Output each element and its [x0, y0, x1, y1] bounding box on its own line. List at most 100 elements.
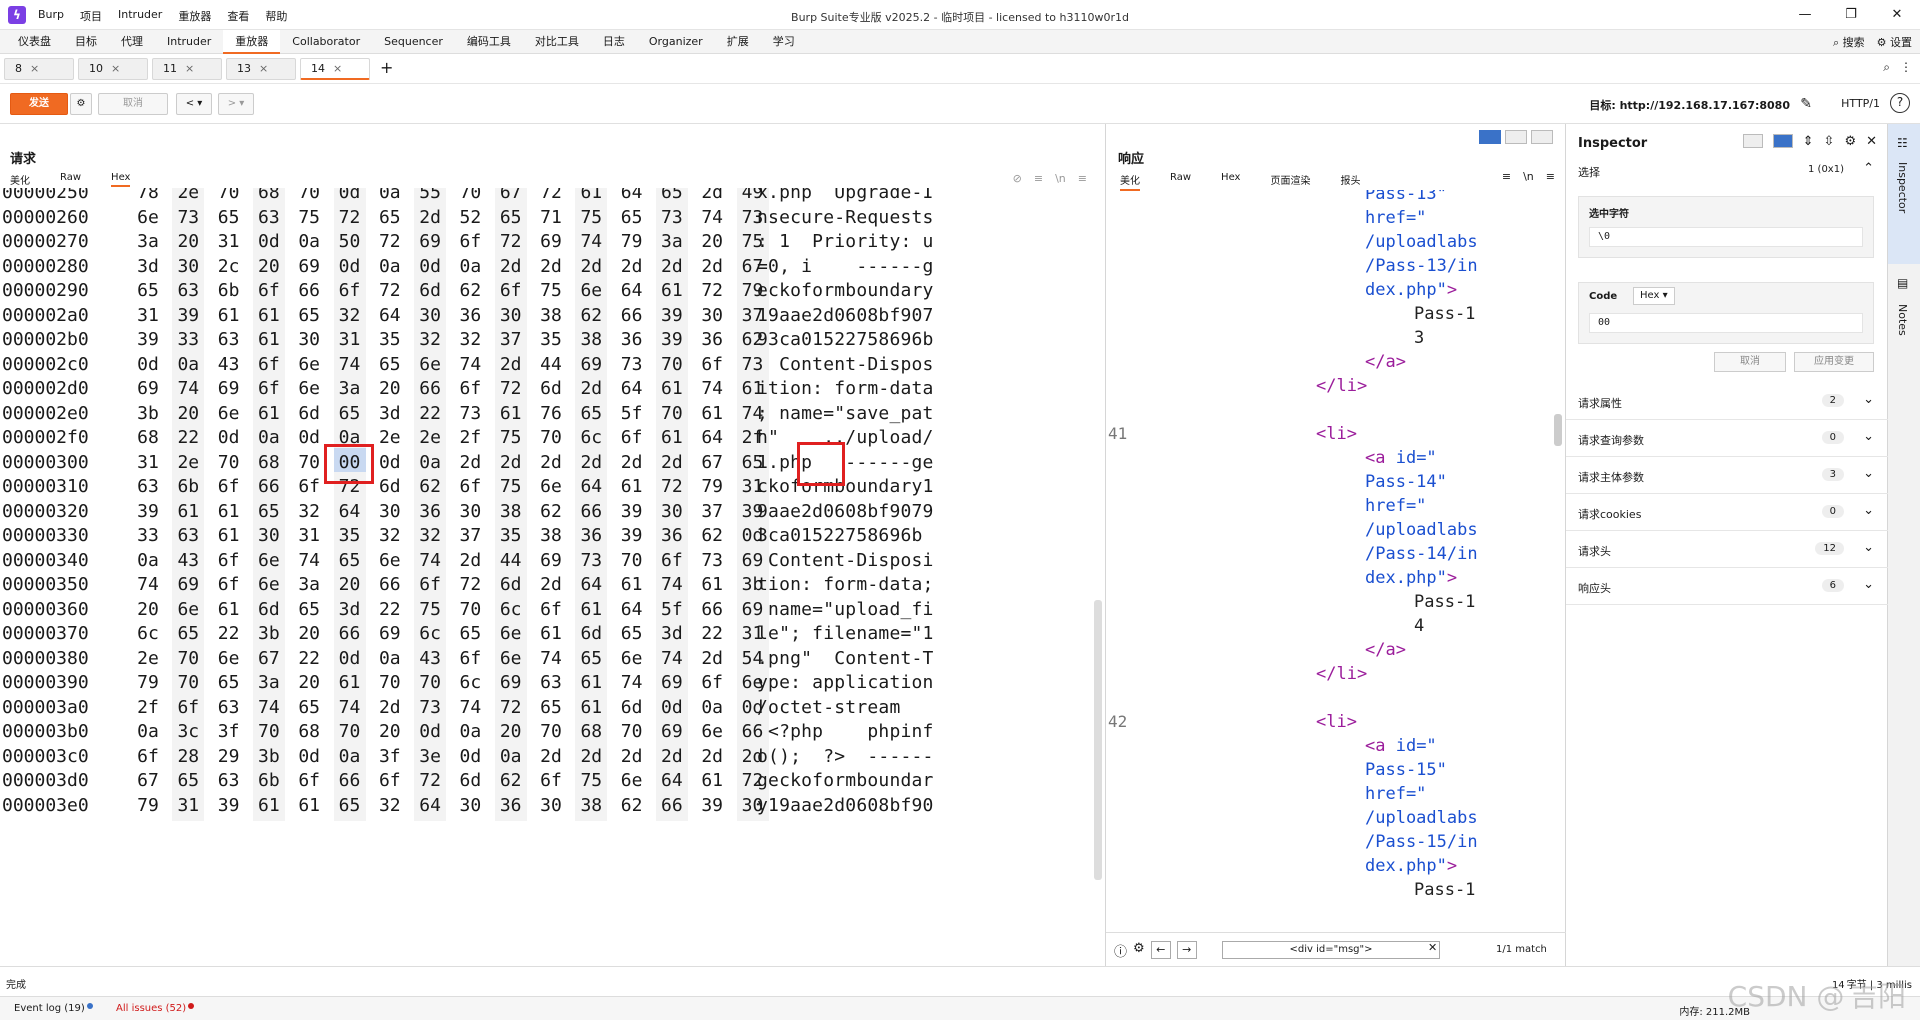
search-button[interactable]: ⌕ 搜索: [1833, 34, 1865, 50]
next-match-icon[interactable]: →: [1176, 941, 1197, 959]
close-icon[interactable]: ✕: [1866, 134, 1877, 149]
tool-tab-7[interactable]: 编码工具: [455, 30, 523, 54]
hex-byte[interactable]: 31: [172, 790, 205, 821]
send-settings-button[interactable]: ⚙: [70, 93, 92, 115]
edit-target-icon[interactable]: ✎: [1800, 96, 1812, 112]
inspector-layout-active-icon[interactable]: [1772, 134, 1793, 148]
response-tab-3[interactable]: 页面渲染: [1270, 172, 1310, 191]
tool-tab-12[interactable]: 学习: [761, 30, 807, 54]
inspector-section[interactable]: 请求头 12 ⌄: [1566, 532, 1888, 568]
cancel-button[interactable]: 取消: [98, 93, 168, 115]
response-search-input[interactable]: <div id="msg">: [1222, 941, 1440, 959]
hex-editor[interactable]: 00000250 78 2e 70 68 70 0d 0a 55 70 67 72 61 64 65 2d 49…: [0, 188, 1096, 966]
find-icon[interactable]: ⌕: [1883, 60, 1890, 75]
repeater-tab-13[interactable]: 13 ×: [226, 58, 296, 80]
request-tab-0[interactable]: 美化: [10, 172, 30, 187]
more-icon[interactable]: ⋮: [1900, 60, 1912, 75]
hex-byte[interactable]: 38: [575, 790, 608, 821]
hex-byte[interactable]: 32: [374, 791, 406, 821]
hex-byte[interactable]: 62: [616, 791, 648, 821]
gear-icon[interactable]: ⚙: [1844, 134, 1856, 149]
request-view-icon-2[interactable]: \n: [1055, 172, 1066, 185]
response-scrollbar[interactable]: [1554, 414, 1562, 446]
inspector-layout-icon[interactable]: [1742, 134, 1763, 148]
event-log-link[interactable]: Event log (19): [14, 1003, 93, 1014]
response-code-view[interactable]: Pass-13" href="/uploadlabs/Pass-13/in dex.…: [1106, 190, 1556, 920]
expand-all-icon[interactable]: ⇕: [1803, 134, 1814, 149]
chevron-down-icon[interactable]: ⌄: [1863, 503, 1874, 518]
settings-button[interactable]: ⚙ 设置: [1877, 34, 1912, 50]
request-view-icon-3[interactable]: ≡: [1078, 172, 1087, 185]
layout-tabs-icon[interactable]: [1531, 130, 1553, 144]
notes-rail-tab[interactable]: ▤ Notes: [1888, 264, 1920, 364]
request-tab-1[interactable]: Raw: [60, 172, 81, 187]
hex-byte[interactable]: 64: [414, 790, 447, 821]
response-tab-2[interactable]: Hex: [1221, 172, 1240, 191]
chevron-up-icon[interactable]: ⌃: [1863, 161, 1874, 176]
selected-chars-value[interactable]: \0: [1589, 227, 1863, 247]
layout-stack-icon[interactable]: [1505, 130, 1527, 144]
help-icon[interactable]: ⓘ: [1114, 941, 1127, 960]
tool-tab-10[interactable]: Organizer: [637, 30, 715, 54]
send-button[interactable]: 发送: [10, 93, 68, 115]
response-tab-0[interactable]: 美化: [1120, 172, 1140, 191]
tool-tab-4[interactable]: 重放器: [223, 30, 281, 54]
request-tab-2[interactable]: Hex: [111, 172, 131, 187]
close-tab-icon[interactable]: ×: [259, 62, 268, 75]
close-tab-icon[interactable]: ×: [333, 62, 342, 75]
http-version[interactable]: HTTP/1: [1841, 97, 1880, 110]
back-button[interactable]: < ▾: [176, 93, 212, 115]
inspector-cancel-button[interactable]: 取消: [1714, 352, 1786, 372]
tool-tab-5[interactable]: Collaborator: [280, 30, 372, 54]
hex-byte[interactable]: 61: [293, 791, 325, 821]
apply-changes-button[interactable]: 应用变更: [1794, 352, 1874, 372]
help-icon[interactable]: ?: [1890, 93, 1910, 113]
code-format-select[interactable]: Hex ▾: [1633, 287, 1675, 305]
code-value[interactable]: 00: [1589, 313, 1863, 333]
hex-byte[interactable]: 66: [655, 790, 688, 821]
gear-icon[interactable]: ⚙: [1133, 941, 1145, 960]
repeater-tab-10[interactable]: 10 ×: [78, 58, 148, 80]
repeater-tab-8[interactable]: 8 ×: [4, 58, 74, 80]
chevron-down-icon[interactable]: ⌄: [1863, 540, 1874, 555]
forward-button[interactable]: > ▾: [218, 93, 254, 115]
layout-side-icon[interactable]: [1479, 130, 1501, 144]
response-view-icon-0[interactable]: ≡: [1502, 170, 1511, 183]
hex-byte[interactable]: 65: [333, 790, 366, 821]
chevron-down-icon[interactable]: ⌄: [1863, 466, 1874, 481]
add-tab-icon[interactable]: +: [380, 58, 393, 80]
chevron-down-icon[interactable]: ⌄: [1863, 577, 1874, 592]
hex-byte[interactable]: 39: [696, 791, 728, 821]
repeater-tab-14[interactable]: 14 ×: [300, 58, 370, 80]
tool-tab-9[interactable]: 日志: [591, 30, 637, 54]
inspector-rail-tab[interactable]: ☷ Inspector: [1888, 124, 1920, 264]
tool-tab-8[interactable]: 对比工具: [523, 30, 591, 54]
request-view-icon-1[interactable]: ≡: [1034, 172, 1043, 185]
close-tab-icon[interactable]: ×: [30, 62, 39, 75]
inspector-section[interactable]: 响应头 6 ⌄: [1566, 569, 1888, 605]
collapse-all-icon[interactable]: ⇳: [1824, 134, 1835, 149]
tool-tab-0[interactable]: 仪表盘: [6, 30, 63, 54]
tool-tab-11[interactable]: 扩展: [715, 30, 761, 54]
hex-byte[interactable]: 36: [494, 790, 527, 821]
issues-link[interactable]: All issues (52): [116, 1003, 195, 1014]
close-tab-icon[interactable]: ×: [185, 62, 194, 75]
chevron-down-icon[interactable]: ⌄: [1863, 429, 1874, 444]
hex-byte[interactable]: 39: [213, 791, 245, 821]
hex-byte[interactable]: 30: [535, 791, 567, 821]
response-view-icon-1[interactable]: \n: [1523, 170, 1534, 183]
hex-byte[interactable]: 61: [252, 790, 285, 821]
tool-tab-2[interactable]: 代理: [109, 30, 155, 54]
hex-scrollbar[interactable]: [1094, 600, 1102, 880]
selection-header[interactable]: 选择 1 (0x1) ⌃: [1566, 158, 1888, 180]
close-tab-icon[interactable]: ×: [111, 62, 120, 75]
minimize-icon[interactable]: —: [1782, 0, 1828, 30]
request-view-icon-0[interactable]: ⊘: [1013, 172, 1022, 185]
inspector-section[interactable]: 请求查询参数 0 ⌄: [1566, 421, 1888, 457]
previous-match-icon[interactable]: ←: [1150, 941, 1171, 959]
tool-tab-3[interactable]: Intruder: [155, 30, 223, 54]
chevron-down-icon[interactable]: ⌄: [1863, 392, 1874, 407]
clear-search-icon[interactable]: ✕: [1428, 941, 1437, 954]
inspector-section[interactable]: 请求cookies 0 ⌄: [1566, 495, 1888, 531]
hex-byte[interactable]: 79: [132, 791, 164, 821]
